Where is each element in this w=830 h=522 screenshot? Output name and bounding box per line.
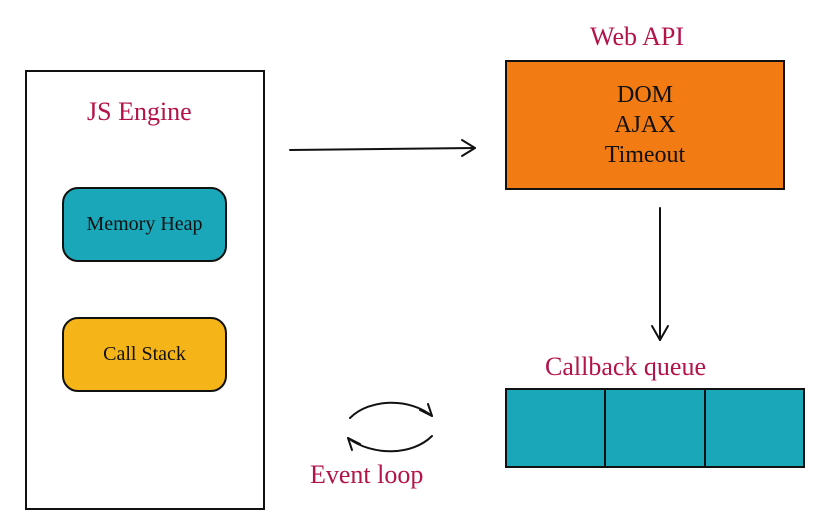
js-engine-title: JS Engine [87, 97, 192, 127]
call-stack-label: Call Stack [103, 343, 186, 366]
web-api-item: AJAX [614, 110, 675, 140]
web-api-box: DOM AJAX Timeout [505, 60, 785, 190]
memory-heap-box: Memory Heap [62, 187, 227, 262]
call-stack-box: Call Stack [62, 317, 227, 392]
callback-queue-slot [606, 388, 705, 468]
event-loop-label: Event loop [310, 460, 423, 490]
js-engine-container: JS Engine Memory Heap Call Stack [25, 70, 265, 510]
memory-heap-label: Memory Heap [86, 213, 202, 236]
arrow-engine-to-webapi [290, 140, 475, 156]
callback-queue-title: Callback queue [545, 352, 706, 382]
web-api-item: Timeout [605, 140, 685, 170]
callback-queue-box [505, 388, 805, 468]
web-api-item: DOM [617, 80, 673, 110]
callback-queue-slot [706, 388, 805, 468]
callback-queue-slot [505, 388, 606, 468]
web-api-title: Web API [590, 22, 684, 52]
arrow-webapi-to-queue [652, 208, 668, 340]
event-loop-icon [348, 403, 432, 452]
